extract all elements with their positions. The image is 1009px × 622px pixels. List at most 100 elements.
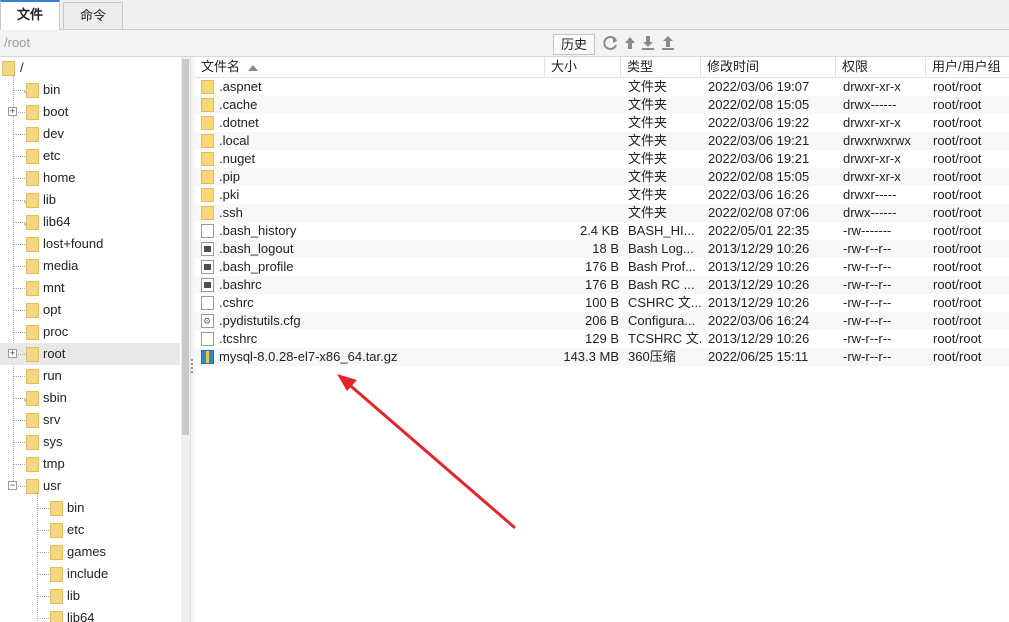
tree-item-dev[interactable]: dev (0, 123, 180, 145)
file-size (545, 150, 619, 168)
folder-icon (201, 152, 214, 166)
tree-item-usr-include[interactable]: include (0, 563, 180, 585)
file-row[interactable]: .tcshrc 129 B TCSHRC 文... 2013/12/29 10:26 -… (195, 330, 1009, 348)
file-row[interactable]: .bashrc 176 B Bash RC ... 2013/12/29 10:26 -… (195, 276, 1009, 294)
file-row[interactable]: .bash_profile 176 B Bash Prof... 2013/12/29… (195, 258, 1009, 276)
tab-files[interactable]: 文件 (0, 0, 60, 30)
tree-item-tmp[interactable]: tmp (0, 453, 180, 475)
tree-item-media[interactable]: media (0, 255, 180, 277)
file-modified: 2022/03/06 19:22 (708, 115, 810, 130)
file-row[interactable]: .cshrc 100 B CSHRC 文... 2013/12/29 10:26 -rw… (195, 294, 1009, 312)
file-permissions: drwxr-xr-x (843, 79, 901, 94)
file-owner: root/root (933, 223, 982, 238)
file-owner: root/root (933, 151, 982, 166)
tree-item-opt[interactable]: opt (0, 299, 180, 321)
file-row[interactable]: .bash_history 2.4 KB BASH_HI... 2022/05/01 … (195, 222, 1009, 240)
tree-item-etc[interactable]: etc (0, 145, 180, 167)
tree-item-label: media (43, 258, 79, 273)
tree-item-lib[interactable]: ↪lib (0, 189, 180, 211)
column-size[interactable]: 大小 (545, 57, 621, 77)
script-file-icon (201, 278, 214, 292)
tree-item-sys[interactable]: sys (0, 431, 180, 453)
tree-branch-line (37, 552, 49, 553)
tree-scrollbar[interactable] (181, 57, 190, 622)
tree-scroll-thumb[interactable] (182, 59, 189, 435)
up-folder-icon[interactable] (621, 34, 639, 52)
file-type: 文件夹 (628, 205, 668, 220)
folder-icon (201, 98, 214, 112)
file-row[interactable]: .local 文件夹 2022/03/06 19:21 drwxrwxrwx root/… (195, 132, 1009, 150)
tree-item-root[interactable]: + root (0, 343, 180, 365)
file-list: 文件名 大小 类型 修改时间 权限 用户/用户组 .aspnet 文件夹 2022/… (195, 57, 1009, 622)
folder-icon (26, 369, 39, 384)
file-row[interactable]: .pydistutils.cfg 206 B Configura... 2022/03… (195, 312, 1009, 330)
tree-item-bin[interactable]: ↪bin (0, 79, 180, 101)
path-input[interactable] (4, 33, 544, 53)
history-button[interactable]: 历史 (553, 34, 595, 55)
column-owner[interactable]: 用户/用户组 (926, 57, 1009, 77)
column-modified[interactable]: 修改时间 (701, 57, 836, 77)
script-file-icon (201, 260, 214, 274)
tree-item-mnt[interactable]: mnt (0, 277, 180, 299)
file-type: 文件夹 (628, 97, 668, 112)
file-owner: root/root (933, 295, 982, 310)
column-permissions[interactable]: 权限 (836, 57, 926, 77)
file-size: 129 B (585, 331, 619, 346)
tree-item-label: sbin (43, 390, 67, 405)
download-icon[interactable] (639, 34, 657, 52)
file-modified: 2022/05/01 22:35 (708, 223, 810, 238)
tree-item-usr-games[interactable]: games (0, 541, 180, 563)
tree-item-label: root (43, 346, 66, 361)
tree-item-lib64[interactable]: ↪lib64 (0, 211, 180, 233)
file-permissions: -rw-r--r-- (843, 277, 892, 292)
file-size (545, 168, 619, 186)
file-row[interactable]: .bash_logout 18 B Bash Log... 2013/12/29 10… (195, 240, 1009, 258)
file-row[interactable]: .aspnet 文件夹 2022/03/06 19:07 drwxr-xr-x root… (195, 78, 1009, 96)
folder-icon (26, 193, 39, 208)
tree-item-srv[interactable]: srv (0, 409, 180, 431)
tree-item-home[interactable]: home (0, 167, 180, 189)
file-row[interactable]: .pki 文件夹 2022/03/06 16:26 drwxr----- root/ro… (195, 186, 1009, 204)
upload-icon[interactable] (659, 34, 677, 52)
file-size (545, 96, 619, 114)
tree-item-usr[interactable]: − usr (0, 475, 180, 497)
file-list-header: 文件名 大小 类型 修改时间 权限 用户/用户组 (195, 57, 1009, 78)
column-type[interactable]: 类型 (621, 57, 701, 77)
tree-item-usr-bin[interactable]: bin (0, 497, 180, 519)
tree-item-lost-found[interactable]: lost+found (0, 233, 180, 255)
file-row[interactable]: .dotnet 文件夹 2022/03/06 19:22 drwxr-xr-x root… (195, 114, 1009, 132)
column-name[interactable]: 文件名 (195, 57, 545, 77)
file-modified: 2013/12/29 10:26 (708, 259, 810, 274)
file-permissions: -rw-r--r-- (843, 241, 892, 256)
folder-icon (26, 171, 39, 186)
tree-item-root[interactable]: / (0, 57, 180, 79)
tree-item-proc[interactable]: proc (0, 321, 180, 343)
folder-icon (26, 215, 39, 230)
file-owner: root/root (933, 259, 982, 274)
file-row[interactable]: .nuget 文件夹 2022/03/06 19:21 drwxr-xr-x root/… (195, 150, 1009, 168)
file-owner: root/root (933, 331, 982, 346)
file-modified: 2013/12/29 10:26 (708, 241, 810, 256)
file-row[interactable]: .pip 文件夹 2022/02/08 15:05 drwxr-xr-x root/ro… (195, 168, 1009, 186)
tree-item-usr-lib64[interactable]: lib64 (0, 607, 180, 622)
expand-icon[interactable]: + (8, 349, 17, 358)
file-type: 文件夹 (628, 187, 668, 202)
file-row[interactable]: .cache 文件夹 2022/02/08 15:05 drwx------ root/… (195, 96, 1009, 114)
file-owner: root/root (933, 205, 982, 220)
expand-icon[interactable]: + (8, 107, 17, 116)
file-row[interactable]: .ssh 文件夹 2022/02/08 07:06 drwx------ root/ro… (195, 204, 1009, 222)
collapse-icon[interactable]: − (8, 481, 17, 490)
tree-item-boot[interactable]: + boot (0, 101, 180, 123)
tree-item-sbin[interactable]: ↪sbin (0, 387, 180, 409)
file-name: .nuget (219, 151, 256, 166)
refresh-icon[interactable] (602, 34, 620, 52)
tree-item-run[interactable]: run (0, 365, 180, 387)
tree-branch-line (13, 288, 25, 289)
folder-icon (26, 259, 39, 274)
file-owner: root/root (933, 277, 982, 292)
file-row[interactable]: mysql-8.0.28-el7-x86_64.tar.gz 143.3 MB 36… (195, 348, 1009, 366)
tree-item-label: dev (43, 126, 64, 141)
tree-item-usr-lib[interactable]: lib (0, 585, 180, 607)
tab-commands[interactable]: 命令 (63, 2, 123, 29)
tree-item-usr-etc[interactable]: etc (0, 519, 180, 541)
